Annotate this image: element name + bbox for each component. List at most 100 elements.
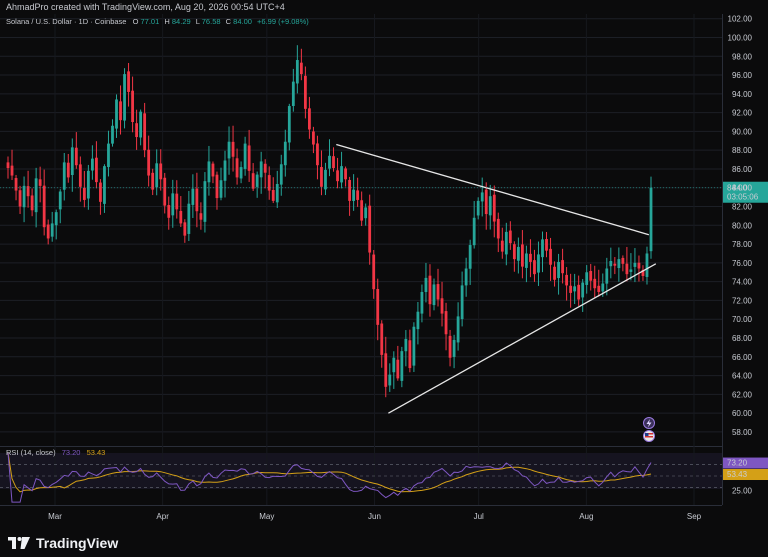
candle-body xyxy=(400,351,404,381)
candle-body xyxy=(541,239,544,258)
candle-body xyxy=(135,123,138,138)
candle-body xyxy=(649,187,653,252)
candle-body xyxy=(557,261,560,279)
legend-high: 84.29 xyxy=(172,17,191,26)
candle-body xyxy=(227,141,231,159)
candle-body xyxy=(645,253,649,277)
candle-body xyxy=(95,157,98,183)
rsi-legend: RSI (14, close) 73.20 53.43 xyxy=(6,448,105,457)
candle-body xyxy=(50,223,54,237)
candle-body xyxy=(99,182,102,202)
lightning-icon[interactable] xyxy=(643,417,655,429)
candle-body xyxy=(597,285,601,292)
candle-body xyxy=(392,357,396,373)
candle-body xyxy=(332,156,335,169)
candle-body xyxy=(22,185,26,208)
price-chart[interactable]: 84.0003:05:06 73.2053.4325.00 58.0060.00… xyxy=(0,14,768,529)
candle-body xyxy=(251,173,255,189)
candle-body xyxy=(155,163,159,188)
legend-row: Solana / U.S. Dollar · 1D · Coinbase O 7… xyxy=(6,17,309,26)
candle-body xyxy=(10,165,14,176)
price-tick-label: 76.00 xyxy=(732,259,753,268)
candle-body xyxy=(299,62,303,75)
price-tick-label: 86.00 xyxy=(732,165,753,174)
price-tick-label: 84.00 xyxy=(732,184,753,193)
candle-body xyxy=(621,257,625,264)
candle-body xyxy=(46,224,50,239)
price-tick-label: 64.00 xyxy=(732,372,753,381)
price-tick-label: 72.00 xyxy=(732,296,753,305)
candle-body xyxy=(521,244,524,267)
candle-body xyxy=(508,230,512,244)
price-tick-label: 90.00 xyxy=(732,127,753,136)
candle-body xyxy=(82,187,86,200)
candle-body xyxy=(18,190,22,207)
candle-body xyxy=(605,268,609,284)
rsi-label: RSI (14, close) xyxy=(6,448,56,457)
candle-body xyxy=(589,271,593,281)
candle-body xyxy=(14,178,18,191)
candle-body xyxy=(159,163,163,180)
candle-body xyxy=(316,143,319,166)
candle-body xyxy=(308,108,311,130)
candle-body xyxy=(127,71,130,92)
candle-body xyxy=(167,205,171,218)
candle-body xyxy=(356,190,360,200)
rsi-level-label: 25.00 xyxy=(732,487,753,496)
candle-body xyxy=(131,90,134,122)
legend-open-label: O xyxy=(133,17,139,26)
candle-body xyxy=(549,248,552,265)
brand-name: TradingView xyxy=(36,535,119,551)
candle-body xyxy=(255,174,259,187)
candle-body xyxy=(38,179,42,186)
candle-body xyxy=(70,147,74,176)
candle-body xyxy=(404,338,408,352)
candle-body xyxy=(328,155,331,169)
candle-body xyxy=(364,207,368,219)
candle-body xyxy=(195,188,199,212)
candle-body xyxy=(565,274,569,286)
candle-body xyxy=(492,194,496,222)
candle-body xyxy=(54,212,58,226)
candle-body xyxy=(545,239,548,251)
candle-body xyxy=(344,168,347,180)
price-tick-label: 62.00 xyxy=(732,390,753,399)
legend-low: 76.58 xyxy=(202,17,221,26)
legend-change: +6.99 (+9.08%) xyxy=(257,17,309,26)
candle-body xyxy=(484,189,488,215)
candle-body xyxy=(476,200,480,216)
candle-body xyxy=(496,218,500,239)
candle-body xyxy=(86,170,90,199)
candle-body xyxy=(90,158,94,171)
candle-body xyxy=(187,203,191,234)
candle-body xyxy=(625,263,629,275)
candle-body xyxy=(348,179,351,201)
flag-us-icon[interactable] xyxy=(643,430,655,442)
candle-body xyxy=(537,254,540,273)
candle-body xyxy=(448,335,452,358)
candle-body xyxy=(151,172,155,190)
candle-body xyxy=(107,143,110,168)
candle-body xyxy=(396,359,400,379)
candle-body xyxy=(609,260,613,267)
candle-body xyxy=(320,166,323,187)
price-tick-label: 68.00 xyxy=(732,334,753,343)
candle-body xyxy=(637,262,641,269)
footer: TradingView xyxy=(0,529,768,557)
candle-body xyxy=(613,263,617,266)
candle-body xyxy=(412,326,416,366)
candle-body xyxy=(340,166,343,183)
candle-body xyxy=(601,283,605,292)
candle-body xyxy=(352,189,356,201)
rsi-band xyxy=(0,453,722,489)
candle-body xyxy=(460,285,464,320)
price-tick-label: 94.00 xyxy=(732,90,753,99)
price-tick-label: 92.00 xyxy=(732,109,753,118)
candle-body xyxy=(235,158,239,178)
candle-body xyxy=(287,106,291,143)
time-tick-label: Apr xyxy=(156,512,169,521)
candle-body xyxy=(312,131,315,145)
price-tick-label: 60.00 xyxy=(732,409,753,418)
candle-body xyxy=(384,353,388,387)
candle-body xyxy=(123,74,126,121)
